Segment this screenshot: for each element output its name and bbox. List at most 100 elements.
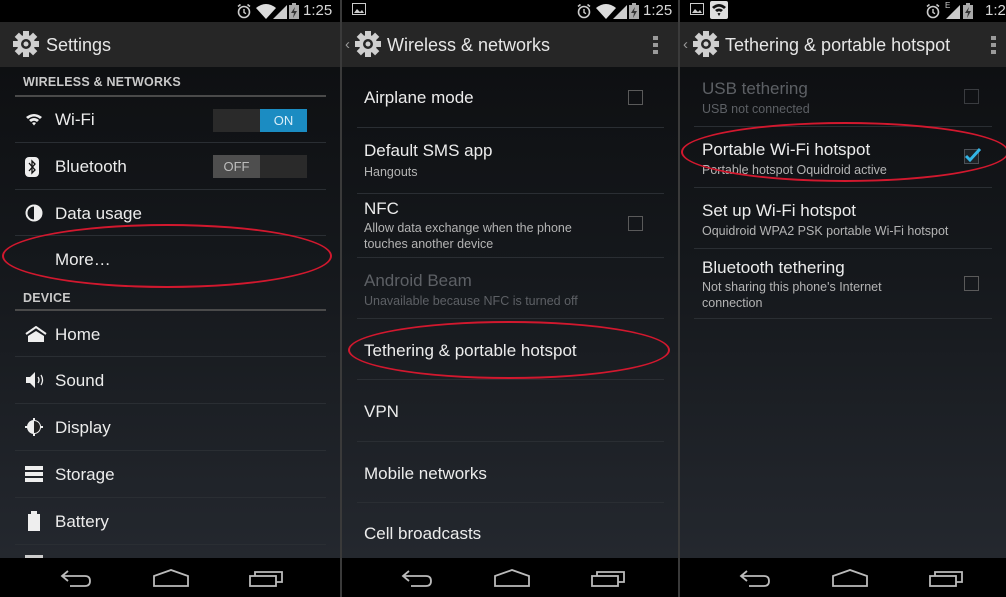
settings-gear-icon[interactable] (12, 30, 40, 58)
clock: 1:25 (303, 2, 333, 19)
settings-item-display[interactable]: Display (15, 405, 326, 451)
home-nav-icon[interactable] (153, 569, 189, 587)
cell-signal-icon (273, 5, 287, 19)
back-icon[interactable] (60, 569, 92, 587)
item-label: Airplane mode (364, 88, 474, 107)
up-caret-icon[interactable]: ‹ (683, 36, 688, 53)
bluetooth-toggle[interactable]: OFF (213, 155, 307, 178)
settings-item-home[interactable]: Home (15, 311, 326, 357)
settings-item-data-usage[interactable]: Data usage (15, 191, 326, 236)
settings-item-storage[interactable]: Storage (15, 452, 326, 498)
navigation-bar (680, 558, 1006, 597)
item-vpn[interactable]: VPN (357, 381, 664, 442)
item-summary: USB not connected (702, 102, 810, 116)
navigation-bar (0, 558, 340, 597)
recents-icon[interactable] (249, 569, 283, 587)
item-cell-broadcasts[interactable]: Cell broadcasts (357, 504, 664, 564)
settings-gear-icon[interactable] (692, 30, 720, 58)
item-portable-wifi-hotspot[interactable]: Portable Wi-Fi hotspot Portable hotspot … (694, 128, 992, 188)
airplane-mode-checkbox[interactable] (628, 90, 643, 105)
status-bar: 1:25 (0, 0, 340, 22)
item-label: Default SMS app (364, 141, 493, 160)
item-summary: Hangouts (364, 165, 418, 179)
item-summary: Not sharing this phone's Internet connec… (702, 280, 882, 310)
item-label: Set up Wi-Fi hotspot (702, 201, 857, 220)
section-header-device: DEVICE (23, 291, 71, 305)
item-label: Tethering & portable hotspot (364, 341, 577, 360)
settings-item-more[interactable]: More… (15, 237, 326, 282)
settings-item-battery[interactable]: Battery (15, 499, 326, 545)
item-summary: Portable hotspot Oquidroid active (702, 163, 887, 177)
page-title: Settings (46, 35, 112, 55)
item-summary: Unavailable because NFC is turned off (364, 294, 578, 308)
item-label: Data usage (55, 204, 142, 223)
portable-hotspot-checkbox[interactable] (964, 147, 982, 164)
hotspot-notification-icon (710, 1, 728, 19)
item-label: Bluetooth (55, 157, 127, 176)
navigation-bar (342, 558, 678, 597)
home-icon (25, 326, 47, 342)
nfc-checkbox[interactable] (628, 216, 643, 231)
item-label: Sound (55, 371, 105, 390)
item-label: VPN (364, 402, 399, 421)
settings-list: WIRELESS & NETWORKS Wi-Fi ON Bluetooth O… (0, 67, 340, 559)
wireless-list: Airplane mode Default SMS app Hangouts N… (342, 67, 678, 558)
item-setup-wifi-hotspot[interactable]: Set up Wi-Fi hotspot Oquidroid WPA2 PSK … (694, 189, 992, 249)
item-label: More… (55, 250, 111, 269)
item-airplane-mode[interactable]: Airplane mode (357, 67, 664, 128)
page-title: Tethering & portable hotspot (725, 35, 951, 55)
back-icon[interactable] (401, 569, 433, 587)
settings-screen: 1:25 Settings WIRELESS & NETWORKS Wi-Fi … (0, 0, 340, 597)
item-tethering-hotspot[interactable]: Tethering & portable hotspot (357, 320, 664, 380)
toggle-state: ON (260, 109, 307, 132)
home-nav-icon[interactable] (494, 569, 530, 587)
item-summary: Oquidroid WPA2 PSK portable Wi-Fi hotspo… (702, 224, 949, 238)
item-label: Storage (55, 465, 115, 484)
data-usage-icon (25, 204, 43, 222)
wifi-toggle[interactable]: ON (213, 109, 307, 132)
recents-icon[interactable] (591, 569, 625, 587)
item-default-sms-app[interactable]: Default SMS app Hangouts (357, 129, 664, 194)
settings-gear-icon[interactable] (354, 30, 382, 58)
item-summary: Allow data exchange when the phone touch… (364, 221, 572, 251)
item-label: NFC (364, 199, 399, 218)
item-label: Cell broadcasts (364, 524, 482, 543)
wireless-networks-screen: 1:25 ‹ Wireless & networks Airplane mode… (342, 0, 678, 597)
recents-icon[interactable] (929, 569, 963, 587)
section-header-wireless: WIRELESS & NETWORKS (23, 75, 181, 89)
page-title: Wireless & networks (387, 35, 551, 55)
overflow-menu-icon[interactable] (991, 36, 996, 57)
item-label: Portable Wi-Fi hotspot (702, 140, 871, 159)
overflow-menu-icon[interactable] (653, 36, 658, 57)
alarm-icon (577, 3, 591, 19)
settings-item-wifi[interactable]: Wi-Fi ON (15, 97, 326, 143)
cell-signal-icon (946, 5, 960, 19)
item-label: Home (55, 325, 101, 344)
up-caret-icon[interactable]: ‹ (345, 36, 350, 53)
back-icon[interactable] (739, 569, 771, 587)
battery-charging-icon (289, 3, 299, 19)
item-bluetooth-tethering[interactable]: Bluetooth tethering Not sharing this pho… (694, 250, 992, 319)
item-android-beam: Android Beam Unavailable because NFC is … (357, 259, 664, 319)
settings-item-sound[interactable]: Sound (15, 358, 326, 404)
bluetooth-tethering-checkbox[interactable] (964, 276, 979, 291)
usb-tethering-checkbox (964, 89, 979, 104)
item-nfc[interactable]: NFC Allow data exchange when the phone t… (357, 195, 664, 258)
action-bar: Settings (0, 22, 340, 67)
settings-item-bluetooth[interactable]: Bluetooth OFF (15, 144, 326, 190)
item-label: Display (55, 418, 111, 437)
item-label: Battery (55, 512, 109, 531)
tethering-hotspot-screen: E 1:2 ‹ Tethering & portable hotspot USB… (680, 0, 1006, 597)
cell-signal-icon (613, 5, 627, 19)
toggle-state: OFF (213, 155, 260, 178)
sound-icon (26, 372, 44, 388)
home-nav-icon[interactable] (832, 569, 868, 587)
item-label: Wi-Fi (55, 110, 95, 129)
wifi-icon (26, 114, 42, 126)
item-label: Mobile networks (364, 464, 487, 483)
status-bar: E 1:2 (680, 0, 1006, 22)
clock: 1:2 (985, 2, 1006, 19)
item-mobile-networks[interactable]: Mobile networks (357, 443, 664, 503)
bluetooth-icon (25, 157, 39, 177)
battery-icon (28, 511, 40, 531)
